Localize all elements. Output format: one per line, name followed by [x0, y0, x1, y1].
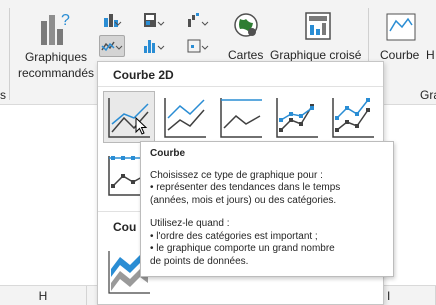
chart-thumb-stacked-line-markers[interactable]: [327, 91, 379, 143]
svg-text:?: ?: [61, 12, 70, 29]
sparkline-line-icon: [386, 13, 416, 41]
waterfall-icon: [188, 13, 209, 27]
tooltip-line: • l'ordre des catégories est important ;: [150, 230, 318, 242]
percent-stacked-line-chart-thumbnail: [220, 98, 262, 138]
pivot-chart-icon: [305, 12, 331, 40]
column-chart-icon: [104, 14, 122, 27]
chart-thumb-100-stacked-line[interactable]: [215, 91, 267, 143]
section-title-2d-line: Courbe 2D: [113, 68, 174, 82]
section-divider: [98, 86, 383, 87]
tooltip-line: Utilisez-le quand :: [150, 218, 230, 229]
chart-thumb-stacked-line[interactable]: [159, 91, 211, 143]
sparkline-cut-label: H: [426, 48, 435, 62]
globe-icon: [234, 13, 258, 37]
column-chart-button[interactable]: [100, 9, 124, 31]
waterfall-chart-button[interactable]: [186, 9, 210, 31]
pivot-chart-button[interactable]: Graphique croisé: [268, 5, 364, 67]
scatter-icon: [187, 39, 209, 53]
maps-button[interactable]: Cartes: [226, 5, 266, 67]
recommended-charts-icon: ?: [41, 12, 70, 45]
tooltip-spacer: [150, 207, 384, 218]
line-chart-icon: [101, 41, 123, 52]
histogram-icon: [144, 40, 165, 53]
hierarchy-chart-button[interactable]: [142, 9, 166, 31]
stacked-line-chart-thumbnail: [164, 98, 206, 138]
maps-label: Cartes: [228, 48, 264, 62]
column-header-h[interactable]: H: [0, 286, 87, 305]
combo-chart-button[interactable]: [186, 35, 210, 57]
line-chart-button[interactable]: [99, 35, 125, 57]
recommended-charts-label-1: Graphiques: [24, 50, 88, 64]
chart-thumb-line-markers[interactable]: [271, 91, 323, 143]
tooltip-title: Courbe: [150, 148, 185, 159]
treemap-icon: [144, 13, 165, 27]
tooltip-line: de points de données.: [150, 255, 249, 267]
section-title-3d-line: Cou: [113, 220, 137, 234]
tooltip-line: Choisissez ce type de graphique pour :: [150, 169, 323, 181]
recommended-charts-label-2: recommandés: [17, 66, 95, 80]
tooltip-line: • le graphique comporte un grand nombre: [150, 243, 335, 254]
mouse-cursor-icon: [135, 117, 148, 135]
stacked-line-markers-chart-thumbnail: [332, 98, 374, 138]
sparkline-line-button[interactable]: Courbe: [378, 5, 422, 67]
statistic-chart-button[interactable]: [142, 35, 166, 57]
pivot-chart-label: Graphique croisé: [270, 48, 362, 62]
sparkline-line-label: Courbe: [380, 48, 420, 62]
group-label-cut-left: s: [0, 88, 6, 102]
group-label-cut-right: Gra: [420, 88, 436, 102]
chart-type-tooltip: Courbe Choisissez ce type de graphique p…: [140, 141, 394, 277]
tooltip-line: • représenter des tendances dans le temp…: [150, 182, 341, 193]
group-divider: [9, 8, 10, 100]
recommended-charts-button[interactable]: ? Graphiques recommandés: [14, 5, 98, 85]
tooltip-line: (années, mois et jours) ou des catégorie…: [150, 194, 337, 206]
line-markers-chart-thumbnail: [276, 98, 318, 138]
